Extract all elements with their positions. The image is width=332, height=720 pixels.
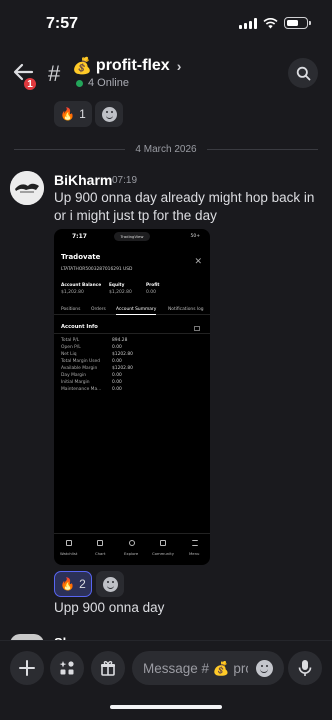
online-status: 4 Online bbox=[76, 77, 129, 89]
attachment-status-time: 7:17 bbox=[72, 233, 87, 240]
voice-message-button[interactable] bbox=[288, 651, 322, 685]
attachment-row-value: 894.28 bbox=[112, 338, 128, 343]
attachment-row-value: 0.00 bbox=[112, 373, 122, 378]
status-bar: 7:57 bbox=[0, 0, 332, 44]
status-time: 7:57 bbox=[46, 15, 79, 32]
attachment-row-value: 0.00 bbox=[112, 380, 122, 385]
plus-icon bbox=[19, 660, 35, 676]
message-text-followup: Upp 900 onna day bbox=[54, 600, 165, 615]
microphone-icon bbox=[298, 660, 312, 676]
message-text: Up 900 onna day already might hop back i… bbox=[54, 190, 315, 223]
watchlist-icon bbox=[66, 540, 72, 546]
attachment-row-value: 0.00 bbox=[112, 359, 122, 364]
nav-label-menu: Menu bbox=[189, 551, 200, 556]
date-divider-label: 4 March 2026 bbox=[135, 143, 197, 155]
notification-badge: 1 bbox=[22, 76, 38, 92]
add-reaction-button[interactable] bbox=[96, 571, 124, 597]
wifi-icon bbox=[263, 17, 278, 28]
attachment-row-label: Open P/L bbox=[61, 345, 81, 350]
attachment-tab-account-summary: Account Summary bbox=[116, 307, 157, 315]
reaction-fire[interactable]: 🔥 1 bbox=[54, 101, 92, 127]
attachment-tradingview-pill: TradingView bbox=[114, 232, 150, 241]
attachment-header-profit: Profit bbox=[146, 283, 160, 288]
attachment-tab-orders: Orders bbox=[91, 307, 106, 312]
chevron-right-icon: › bbox=[176, 58, 182, 74]
gift-icon bbox=[101, 661, 115, 676]
add-attachment-button[interactable] bbox=[10, 651, 44, 685]
nav-label-chart: Chart bbox=[95, 551, 106, 556]
attachment-row-label: Total Margin Used bbox=[61, 359, 101, 364]
attachment-row-value: 0.00 bbox=[112, 345, 122, 350]
message-timestamp: 07:19 bbox=[112, 175, 138, 186]
channel-title[interactable]: 💰 profit-flex › bbox=[72, 56, 181, 76]
attachment-header-equity: Equity bbox=[109, 283, 125, 288]
cellular-signal-icon bbox=[239, 17, 257, 29]
attachment-row-value: 0.00 bbox=[112, 387, 122, 392]
image-attachment[interactable]: 7:17 TradingView 50+ Tradovate ✕ LTATATH… bbox=[54, 229, 210, 565]
nav-label-community: Community bbox=[152, 551, 174, 556]
channel-header: # 💰 profit-flex › 4 Online bbox=[0, 44, 332, 100]
reaction-emoji: 🔥 bbox=[60, 577, 76, 591]
nav-label-explore: Explore bbox=[124, 551, 139, 556]
reaction-count: 2 bbox=[79, 577, 86, 591]
search-icon bbox=[296, 66, 310, 80]
apps-icon bbox=[59, 661, 74, 675]
nav-label-watchlist: Watchlist bbox=[60, 551, 78, 556]
attachment-tabs: Positions Orders Account Summary Notific… bbox=[54, 305, 210, 315]
attachment-value-balance: $1,202.80 bbox=[61, 290, 84, 295]
online-count: 4 Online bbox=[88, 77, 129, 89]
attachment-row-label: Maintenance Ma... bbox=[61, 387, 102, 392]
attachment-row-value: $1202.80 bbox=[112, 352, 133, 357]
add-reaction-icon bbox=[102, 576, 118, 592]
community-icon bbox=[160, 540, 166, 546]
attachment-bottom-nav: Watchlist Chart Explore Community Menu bbox=[54, 533, 210, 559]
attachment-row-label: Total P/L bbox=[61, 338, 80, 343]
attachment-value-profit: 0.00 bbox=[146, 290, 157, 295]
reaction-count: 1 bbox=[79, 107, 86, 121]
channel-emoji: 💰 bbox=[72, 58, 92, 75]
status-icons bbox=[239, 17, 311, 29]
attachment-header-balance: Account Balance bbox=[61, 283, 102, 288]
home-indicator bbox=[110, 705, 222, 709]
close-icon: ✕ bbox=[194, 257, 202, 267]
attachment-tab-notifications: Notifications log bbox=[168, 307, 204, 312]
attachment-row-label: Day Margin bbox=[61, 373, 87, 378]
gift-button[interactable] bbox=[91, 651, 125, 685]
apps-button[interactable] bbox=[50, 651, 84, 685]
emoji-icon[interactable] bbox=[256, 660, 273, 677]
reaction-fire[interactable]: 🔥 2 bbox=[54, 571, 92, 597]
reaction-emoji: 🔥 bbox=[60, 107, 76, 121]
message-author[interactable]: BiKharm bbox=[54, 172, 112, 188]
grid-icon bbox=[194, 326, 200, 331]
explore-icon bbox=[129, 540, 135, 546]
hash-icon: # bbox=[48, 61, 61, 86]
online-dot-icon bbox=[76, 79, 83, 87]
date-divider: 4 March 2026 bbox=[14, 141, 318, 157]
search-button[interactable] bbox=[288, 58, 318, 88]
attachment-row-label: Initial Margin bbox=[61, 380, 90, 385]
chart-icon bbox=[97, 540, 103, 546]
add-reaction-button[interactable] bbox=[95, 101, 123, 127]
avatar-image bbox=[10, 171, 44, 205]
menu-icon bbox=[192, 540, 198, 546]
channel-name: profit-flex bbox=[95, 57, 170, 74]
attachment-value-equity: $1,202.80 bbox=[109, 290, 132, 295]
add-reaction-icon bbox=[101, 106, 117, 122]
attachment-tab-positions: Positions bbox=[61, 307, 81, 312]
attachment-row-label: Available Margin bbox=[61, 366, 98, 371]
attachment-account-id: LTATATHOR5003287016291 USD bbox=[61, 267, 133, 272]
battery-icon bbox=[284, 17, 311, 29]
attachment-row-label: Net Liq bbox=[61, 352, 77, 357]
avatar[interactable] bbox=[10, 171, 44, 205]
attachment-broker: Tradovate bbox=[61, 253, 101, 261]
attachment-battery: 50+ bbox=[190, 234, 201, 239]
attachment-row-value: $1202.80 bbox=[112, 366, 133, 371]
attachment-section-title: Account Info bbox=[61, 324, 98, 330]
